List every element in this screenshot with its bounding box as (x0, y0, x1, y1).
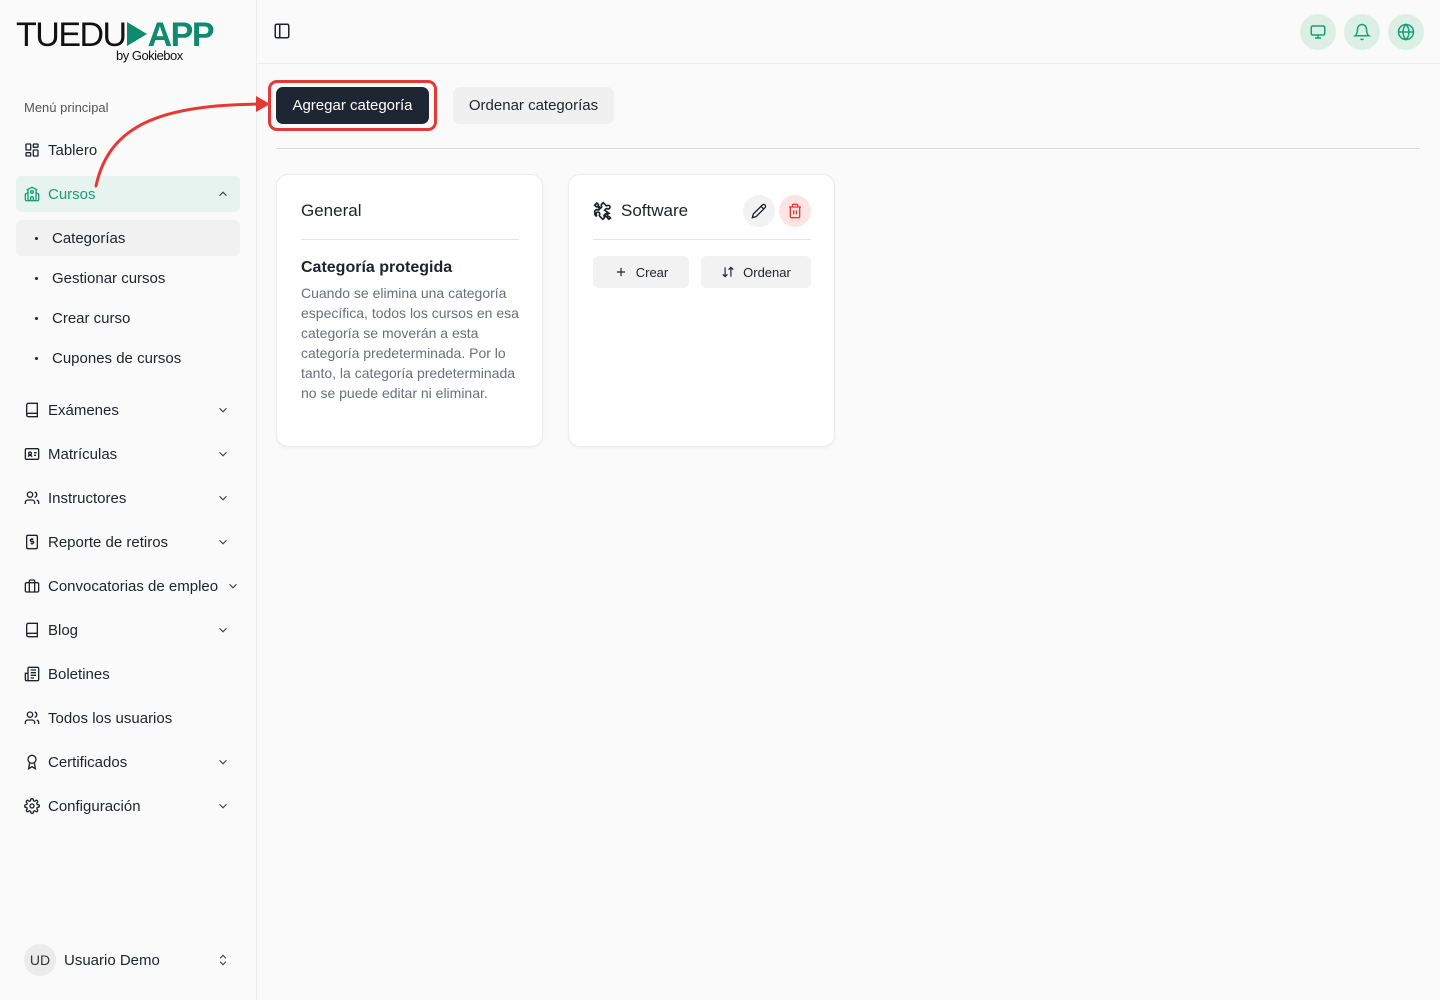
puzzle-icon (593, 201, 612, 221)
sidebar-item-cursos[interactable]: Cursos (16, 176, 240, 212)
sidebar-item-label: Configuración (48, 797, 141, 815)
menu-section-label: Menú principal (24, 100, 109, 115)
chevron-down-icon (219, 627, 227, 633)
pencil-icon (751, 203, 767, 219)
sidebar-item-instructores[interactable]: Instructores (16, 480, 240, 516)
top-header (257, 0, 1440, 64)
sidebar-subitem-gestionar-cursos[interactable]: Gestionar cursos (16, 260, 240, 296)
gear-icon (24, 798, 40, 814)
sidebar-item-convocatorias[interactable]: Convocatorias de empleo (16, 568, 250, 604)
sort-categories-button[interactable]: Ordenar categorías (453, 87, 614, 124)
chevron-up-icon (219, 191, 227, 197)
create-subcategory-button[interactable]: Crear (593, 256, 689, 288)
user-name: Usuario Demo (64, 951, 160, 969)
school-icon (24, 186, 40, 202)
category-card-software: Software Crear Ordenar (568, 174, 835, 447)
sidebar-item-certificados[interactable]: Certificados (16, 744, 240, 780)
globe-icon (1397, 23, 1415, 41)
chevron-down-icon (219, 495, 227, 501)
sidebar-item-label: Reporte de retiros (48, 533, 169, 551)
language-button[interactable] (1388, 14, 1424, 50)
book-icon (24, 402, 40, 418)
sidebar-item-todos-usuarios[interactable]: Todos los usuarios (16, 700, 240, 736)
sidebar: TUEDU APP by Gokiebox Menú principal Tabl… (0, 0, 257, 1000)
sidebar-subitem-categorias[interactable]: Categorías (16, 220, 240, 256)
sidebar-item-reporte-retiros[interactable]: Reporte de retiros (16, 524, 240, 560)
briefcase-icon (24, 578, 40, 594)
plus-icon (616, 267, 625, 277)
chevron-down-icon (229, 583, 237, 589)
users-icon (24, 490, 40, 506)
category-card-general: General Categoría protegida Cuando se el… (276, 174, 543, 447)
chevron-down-icon (219, 539, 227, 545)
chevron-down-icon (219, 407, 227, 413)
bullet-icon (35, 277, 38, 280)
sidebar-item-label: Todos los usuarios (48, 709, 173, 727)
sidebar-subitem-label: Crear curso (52, 309, 131, 327)
chevron-down-icon (219, 803, 227, 809)
edit-category-button[interactable] (743, 195, 775, 227)
bell-icon (1353, 23, 1371, 41)
sidebar-subitem-crear-curso[interactable]: Crear curso (16, 300, 240, 336)
sidebar-item-label: Cursos (48, 185, 96, 203)
delete-category-button[interactable] (779, 195, 811, 227)
monitor-button[interactable] (1300, 14, 1336, 50)
award-icon (24, 754, 40, 770)
bullet-icon (35, 357, 38, 360)
bullet-icon (35, 237, 38, 240)
content-divider (276, 148, 1420, 149)
users-icon (24, 710, 40, 726)
card-divider (593, 239, 811, 240)
sidebar-item-label: Exámenes (48, 401, 119, 419)
avatar: UD (24, 944, 56, 976)
sidebar-item-label: Matrículas (48, 445, 118, 463)
app-logo[interactable]: TUEDU APP by Gokiebox (16, 16, 215, 68)
category-title: Software (621, 201, 689, 220)
protected-category-title: Categoría protegida (301, 259, 453, 276)
sidebar-item-label: Boletines (48, 665, 110, 683)
user-menu[interactable]: UD Usuario Demo (16, 940, 240, 980)
dashboard-icon (24, 142, 40, 158)
sidebar-toggle-icon[interactable] (273, 22, 291, 40)
sidebar-item-tablero[interactable]: Tablero (16, 132, 240, 168)
sidebar-subitem-label: Cupones de cursos (52, 349, 182, 367)
protected-category-description: Cuando se elimina una categoría específi… (301, 285, 519, 401)
book-icon (24, 622, 40, 638)
chevrons-up-down-icon (219, 954, 227, 966)
play-icon (126, 22, 147, 47)
sidebar-item-matriculas[interactable]: Matrículas (16, 436, 240, 472)
sidebar-subitem-cupones[interactable]: Cupones de cursos (16, 340, 240, 376)
sidebar-item-label: Certificados (48, 753, 128, 771)
sidebar-item-examenes[interactable]: Exámenes (16, 392, 240, 428)
sort-label: Ordenar (743, 264, 791, 280)
category-title: General (301, 201, 362, 220)
chevron-down-icon (219, 759, 227, 765)
sidebar-item-configuracion[interactable]: Configuración (16, 788, 240, 824)
chevron-down-icon (219, 451, 227, 457)
sidebar-item-blog[interactable]: Blog (16, 612, 240, 648)
sidebar-item-label: Tablero (48, 141, 98, 159)
receipt-icon (24, 534, 40, 550)
sort-arrows-icon (722, 266, 734, 278)
sidebar-item-boletines[interactable]: Boletines (16, 656, 240, 692)
sidebar-subitem-label: Categorías (52, 229, 126, 247)
monitor-icon (1310, 25, 1326, 39)
bullet-icon (35, 317, 38, 320)
notifications-button[interactable] (1344, 14, 1380, 50)
card-divider (301, 239, 519, 240)
id-card-icon (24, 446, 40, 462)
logo-word-1: TUEDU (16, 16, 127, 54)
newspaper-icon (24, 666, 40, 682)
sidebar-subitem-label: Gestionar cursos (52, 269, 166, 287)
sort-subcategories-button[interactable]: Ordenar (701, 256, 811, 288)
sidebar-item-label: Blog (48, 621, 79, 639)
sidebar-item-label: Instructores (48, 489, 127, 507)
sidebar-item-label: Convocatorias de empleo (48, 577, 219, 595)
logo-byline: by Gokiebox (116, 48, 183, 63)
trash-icon (789, 203, 801, 219)
add-category-button[interactable]: Agregar categoría (276, 87, 429, 124)
create-label: Crear (635, 264, 669, 280)
